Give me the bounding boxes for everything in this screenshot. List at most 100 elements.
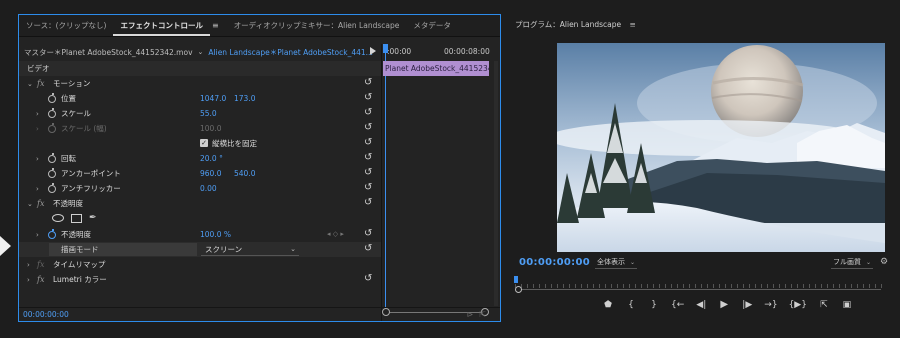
playhead-icon[interactable]	[514, 276, 518, 283]
fx-icon[interactable]: fx	[37, 79, 44, 88]
reset-icon[interactable]: ↺	[364, 168, 374, 178]
reset-icon[interactable]: ↺	[364, 138, 374, 148]
anti-flicker-value[interactable]: 0.00	[200, 184, 217, 193]
step-back-button[interactable]: ◀|	[695, 299, 707, 311]
mark-out-button[interactable]: }	[648, 299, 660, 311]
panel-menu-icon[interactable]: ≡	[630, 20, 636, 29]
stopwatch-icon[interactable]	[48, 108, 56, 118]
chevron-right-icon[interactable]: ›	[36, 155, 39, 163]
chevron-down-icon[interactable]: ⌄	[198, 48, 204, 56]
position-label: 位置	[61, 94, 76, 103]
anchor-x-value[interactable]: 960.0	[200, 169, 221, 178]
reset-icon[interactable]: ↺	[364, 78, 374, 88]
stopwatch-icon[interactable]	[48, 168, 56, 178]
reset-icon[interactable]: ↺	[364, 274, 374, 284]
reset-icon[interactable]: ↺	[364, 244, 374, 254]
opacity-value[interactable]: 100.0 %	[200, 230, 231, 239]
ellipse-mask-icon[interactable]	[52, 214, 64, 222]
reset-icon[interactable]: ↺	[364, 183, 374, 193]
lumetri-color-row[interactable]: › fx Lumetri カラー ↺	[19, 272, 381, 287]
rotation-value[interactable]: 20.0 °	[200, 154, 223, 163]
filter-icon[interactable]: ⊳	[467, 310, 480, 319]
blend-mode-label: 描画モード	[49, 243, 197, 256]
export-icon[interactable]: ⇱	[479, 310, 492, 319]
chevron-down-icon[interactable]: ⌄	[27, 200, 33, 208]
anchor-y-value[interactable]: 540.0	[234, 169, 255, 178]
master-clip-label[interactable]: マスター＊Planet AdobeStock_44152342.mov	[19, 47, 193, 58]
reset-icon[interactable]: ↺	[364, 123, 374, 133]
play-in-to-out-button[interactable]: {▶}	[789, 299, 807, 311]
tab-program-monitor[interactable]: プログラム：Alien Landscape ≡	[515, 19, 636, 30]
stopwatch-icon[interactable]	[48, 93, 56, 103]
reset-icon[interactable]: ↺	[364, 153, 374, 163]
go-to-out-button[interactable]: →}	[764, 299, 777, 311]
ruler-end-label: 00:00:08:00	[444, 47, 490, 56]
lumetri-color-label: Lumetri カラー	[53, 275, 107, 284]
step-forward-button[interactable]: |▶	[741, 299, 753, 311]
mark-in-button[interactable]: {	[625, 299, 637, 311]
scale-width-row: › スケール (幅) 100.0 ↺	[19, 121, 381, 136]
vertical-scrollbar[interactable]	[494, 61, 498, 306]
play-button[interactable]: ▶	[718, 299, 730, 311]
scale-row: › スケール 55.0 ↺	[19, 106, 381, 121]
chevron-right-icon[interactable]: ›	[36, 110, 39, 118]
stopwatch-icon[interactable]	[48, 183, 56, 193]
scale-value[interactable]: 55.0	[200, 109, 217, 118]
timeline-clip[interactable]: Planet AdobeStock_44152342	[383, 61, 489, 76]
settings-wrench-icon[interactable]: ⚙	[880, 257, 888, 267]
rectangle-mask-icon[interactable]	[71, 214, 82, 223]
reset-icon[interactable]: ↺	[364, 93, 374, 103]
go-to-in-button[interactable]: {←	[671, 299, 684, 311]
tab-effect-controls[interactable]: エフェクトコントロール	[113, 15, 210, 36]
comparison-view-button[interactable]: ▣	[841, 299, 853, 311]
fx-icon: fx	[37, 260, 45, 269]
time-ruler[interactable]: :00:00 00:00:08:00	[382, 44, 500, 60]
opacity-effect-row[interactable]: ⌄ fx 不透明度 ↺	[19, 196, 381, 211]
blend-mode-dropdown[interactable]: スクリーン ⌄	[201, 243, 299, 256]
opacity-effect-label: 不透明度	[53, 199, 83, 208]
chevron-right-icon[interactable]: ›	[27, 276, 30, 284]
effect-controls-timecode[interactable]: 00:00:00:00	[23, 310, 69, 319]
program-timecode[interactable]: 00:00:00:00	[519, 257, 590, 268]
tab-source[interactable]: ソース：(クリップなし)	[19, 15, 113, 37]
program-zoom-scrollbar[interactable]	[515, 286, 885, 293]
position-y-value[interactable]: 173.0	[234, 94, 255, 103]
scale-width-value: 100.0	[200, 124, 222, 133]
chevron-down-icon[interactable]: ⌄	[27, 80, 33, 88]
scale-label: スケール	[61, 109, 91, 118]
zoom-level-dropdown[interactable]: 全体表示 ⌄	[595, 257, 638, 269]
export-frame-button[interactable]: ⇱	[818, 299, 830, 311]
chevron-right-icon[interactable]: ›	[27, 261, 30, 269]
reset-icon[interactable]: ↺	[364, 108, 374, 118]
transport-controls: ⬟ { } {← ◀| ▶ |▶ →} {▶} ⇱ ▣	[602, 298, 853, 312]
reset-icon[interactable]: ↺	[364, 229, 374, 239]
effect-controls-timeline[interactable]: :00:00 00:00:08:00 Planet AdobeStock_441…	[381, 44, 500, 321]
position-x-value[interactable]: 1047.0	[200, 94, 226, 103]
keyframe-navigator-icon[interactable]: ◂ ◇ ▸	[327, 230, 344, 238]
chevron-right-icon[interactable]: ›	[36, 231, 39, 239]
motion-effect-row[interactable]: ⌄ fx モーション ↺	[19, 76, 381, 91]
opacity-label: 不透明度	[61, 230, 91, 239]
uniform-scale-checkbox[interactable]: ✓	[200, 139, 208, 147]
program-viewer[interactable]	[557, 43, 885, 252]
reset-icon[interactable]: ↺	[364, 198, 374, 208]
fx-icon[interactable]: fx	[37, 199, 44, 208]
sequence-clip-label[interactable]: Alien Landscape＊Planet AdobeStock_441...	[208, 47, 372, 58]
stopwatch-icon[interactable]	[48, 153, 56, 163]
playback-resolution-dropdown[interactable]: フル画質 ⌄	[831, 257, 874, 269]
mask-tools-row: ✒	[19, 211, 381, 226]
time-remap-row[interactable]: › fx タイムリマップ	[19, 257, 381, 272]
scroll-handle[interactable]	[515, 286, 522, 293]
tab-audio-clip-mixer[interactable]: オーディオクリップミキサー：Alien Landscape	[227, 15, 407, 37]
play-only-clip-audio-icon[interactable]	[370, 47, 376, 55]
add-marker-button[interactable]: ⬟	[602, 299, 614, 311]
chevron-right-icon[interactable]: ›	[36, 185, 39, 193]
stopwatch-icon[interactable]	[48, 229, 56, 239]
blend-mode-value: スクリーン	[205, 245, 243, 254]
fx-icon[interactable]: fx	[37, 275, 44, 284]
pen-mask-icon[interactable]: ✒	[89, 213, 97, 223]
scroll-track	[521, 289, 881, 290]
tab-metadata[interactable]: メタデータ	[406, 15, 458, 37]
panel-menu-icon[interactable]: ≡	[210, 21, 227, 30]
stopwatch-icon	[48, 123, 56, 133]
